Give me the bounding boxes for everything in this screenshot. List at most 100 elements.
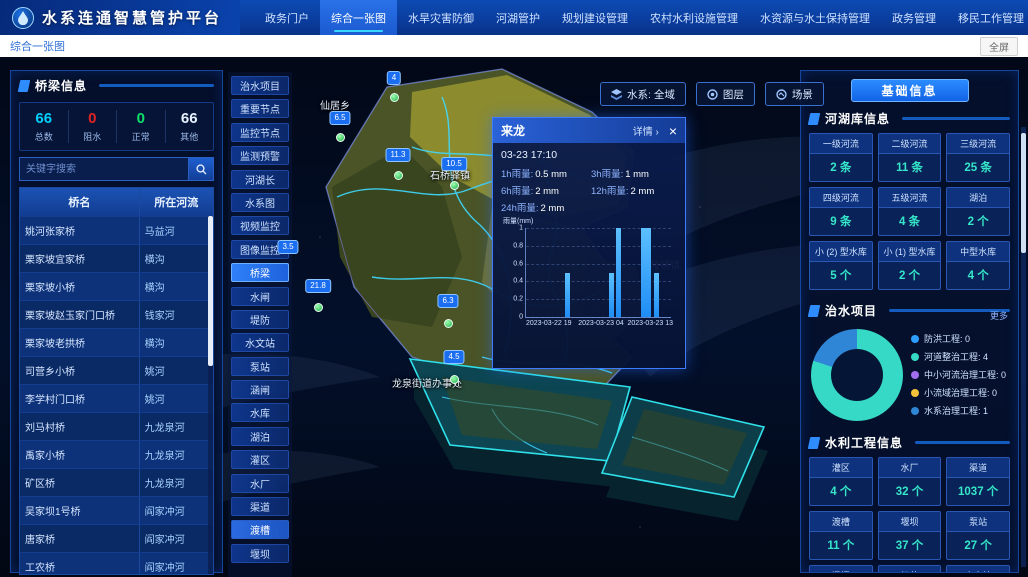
stat-card[interactable]: 小 (1) 型水库 2 个 — [878, 241, 942, 290]
layer-menu-item[interactable]: 监控节点 — [231, 123, 289, 142]
stat-card[interactable]: 涵闸 47 个 — [809, 565, 873, 573]
nav-item[interactable]: 综合一张图 — [320, 0, 397, 35]
chart-gridline — [526, 317, 671, 318]
table-row[interactable]: 禹家小桥 九龙泉河 — [20, 440, 213, 468]
table-row[interactable]: 司营乡小桥 姚河 — [20, 356, 213, 384]
fullscreen-button[interactable]: 全屏 — [980, 37, 1018, 56]
chart-plot-area: 1 0.8 0.6 0.4 0.2 0 — [525, 228, 671, 318]
stat-card[interactable]: 一级河流 2 条 — [809, 133, 873, 182]
rain-value-marker[interactable]: 21.8 — [305, 279, 331, 293]
nav-item[interactable]: 农村水利设施管理 — [639, 0, 749, 35]
layer-menu-item[interactable]: 水厂 — [231, 474, 289, 493]
layer-menu-item[interactable]: 灌区 — [231, 450, 289, 469]
table-scrollbar[interactable] — [208, 216, 213, 574]
popup-detail-link[interactable]: 详情 › — [633, 123, 659, 138]
search-button[interactable] — [188, 157, 214, 181]
nav-item[interactable]: 规划建设管理 — [551, 0, 639, 35]
chart-bar[interactable] — [654, 273, 659, 318]
station-dot-marker[interactable] — [394, 171, 403, 180]
layer-menu-item[interactable]: 水闸 — [231, 287, 289, 306]
stat-card[interactable]: 泵站 27 个 — [946, 511, 1010, 560]
projects-more-link[interactable]: 更多 — [990, 309, 1008, 322]
layer-menu-item[interactable]: 水文站 — [231, 333, 289, 352]
chart-bar[interactable] — [616, 228, 621, 317]
table-row[interactable]: 姚河张家桥 马益河 — [20, 216, 213, 244]
chart-bar[interactable] — [565, 273, 570, 318]
chart-x-tick: 2023-03-22 19 — [526, 320, 572, 327]
projects-donut-chart[interactable] — [811, 329, 903, 421]
section-divider — [99, 84, 214, 87]
stat-card[interactable]: 堰坝 37 个 — [878, 511, 942, 560]
table-row[interactable]: 栗家坡赵玉家门口桥 钱家河 — [20, 300, 213, 328]
stat-card[interactable]: 渠道 1037 个 — [946, 457, 1010, 506]
rain-value-marker[interactable]: 10.5 — [441, 157, 467, 171]
table-row[interactable]: 李学村门口桥 姚河 — [20, 384, 213, 412]
nav-menu: 政务门户 综合一张图 水旱灾害防御 河湖管护 规划建设管理 农村水利设施管理 水… — [254, 0, 1028, 35]
layers-toggle-button[interactable]: 图层 — [696, 82, 755, 106]
station-dot-marker[interactable] — [450, 375, 459, 384]
layer-menu-item[interactable]: 河湖长 — [231, 170, 289, 189]
table-row[interactable]: 矿区桥 九龙泉河 — [20, 468, 213, 496]
search-input[interactable] — [19, 157, 188, 181]
layer-menu-item[interactable]: 监测预警 — [231, 146, 289, 165]
layer-menu-item[interactable]: 重要节点 — [231, 99, 289, 118]
nav-item[interactable]: 移民工作管理 — [947, 0, 1028, 35]
layer-menu-item[interactable]: 水库 — [231, 403, 289, 422]
rain-value-marker[interactable]: 4.5 — [443, 350, 464, 364]
rain-value-marker[interactable]: 6.5 — [329, 111, 350, 125]
stat-card[interactable]: 机井 66 个 — [878, 565, 942, 573]
table-row[interactable]: 吴家坝1号桥 阎家冲河 — [20, 496, 213, 524]
station-dot-marker[interactable] — [390, 93, 399, 102]
chart-bar[interactable] — [646, 228, 651, 317]
table-row[interactable]: 栗家坡老拱桥 横沟 — [20, 328, 213, 356]
rain-value-marker[interactable]: 11.3 — [386, 148, 411, 162]
stat-card[interactable]: 水厂 32 个 — [878, 457, 942, 506]
nav-item[interactable]: 水旱灾害防御 — [397, 0, 485, 35]
scene-toggle-button[interactable]: 场景 — [765, 82, 824, 106]
layer-menu-item[interactable]: 泵站 — [231, 357, 289, 376]
watersystem-scope-button[interactable]: 水系: 全域 — [600, 82, 686, 106]
layer-menu-item[interactable]: 渡槽 — [231, 520, 289, 539]
table-row[interactable]: 唐家桥 阎家冲河 — [20, 524, 213, 552]
station-dot-marker[interactable] — [444, 319, 453, 328]
chart-bar[interactable] — [609, 273, 614, 318]
page-scrollbar[interactable] — [1021, 127, 1026, 567]
station-dot-marker[interactable] — [336, 133, 345, 142]
layer-menu-item[interactable]: 治水项目 — [231, 76, 289, 95]
basic-info-button[interactable]: 基础信息 — [851, 79, 969, 102]
stat-card[interactable]: 中型水库 4 个 — [946, 241, 1010, 290]
layer-menu-item[interactable]: 桥梁 — [231, 263, 289, 282]
stat-card[interactable]: 渡槽 11 个 — [809, 511, 873, 560]
stat-card[interactable]: 小 (2) 型水库 5 个 — [809, 241, 873, 290]
layer-menu-item[interactable]: 湖泊 — [231, 427, 289, 446]
chart-bar[interactable] — [641, 228, 646, 317]
close-icon[interactable]: × — [669, 124, 677, 138]
stat-card[interactable]: 五级河流 4 条 — [878, 187, 942, 236]
layer-menu-item[interactable]: 涵闸 — [231, 380, 289, 399]
layer-menu-item[interactable]: 堰坝 — [231, 544, 289, 563]
rain-value-marker[interactable]: 3.5 — [277, 240, 298, 254]
table-row[interactable]: 工农桥 阎家冲河 — [20, 552, 213, 575]
station-dot-marker[interactable] — [450, 181, 459, 190]
stat-card[interactable]: 三级河流 25 条 — [946, 133, 1010, 182]
table-row[interactable]: 栗家坡小桥 横沟 — [20, 272, 213, 300]
stat-card[interactable]: 灌区 4 个 — [809, 457, 873, 506]
layer-menu-item[interactable]: 渠道 — [231, 497, 289, 516]
table-row[interactable]: 刘马村桥 九龙泉河 — [20, 412, 213, 440]
nav-item[interactable]: 政务管理 — [881, 0, 947, 35]
nav-item[interactable]: 河湖管护 — [485, 0, 551, 35]
rain-value-marker[interactable]: 4 — [387, 71, 401, 85]
table-row[interactable]: 栗家坡宜家桥 横沟 — [20, 244, 213, 272]
stat-card[interactable]: 二级河流 11 条 — [878, 133, 942, 182]
breadcrumb[interactable]: 综合一张图 — [10, 38, 65, 54]
layer-menu-item[interactable]: 水系图 — [231, 193, 289, 212]
rain-value-marker[interactable]: 6.3 — [437, 294, 458, 308]
station-dot-marker[interactable] — [314, 303, 323, 312]
stat-card[interactable]: 水电站 3 个 — [946, 565, 1010, 573]
nav-item[interactable]: 水资源与水土保持管理 — [749, 0, 881, 35]
nav-item[interactable]: 政务门户 — [254, 0, 320, 35]
stat-card[interactable]: 湖泊 2 个 — [946, 187, 1010, 236]
stat-card[interactable]: 四级河流 9 条 — [809, 187, 873, 236]
layer-menu-item[interactable]: 堤防 — [231, 310, 289, 329]
layer-menu-item[interactable]: 视频监控 — [231, 216, 289, 235]
